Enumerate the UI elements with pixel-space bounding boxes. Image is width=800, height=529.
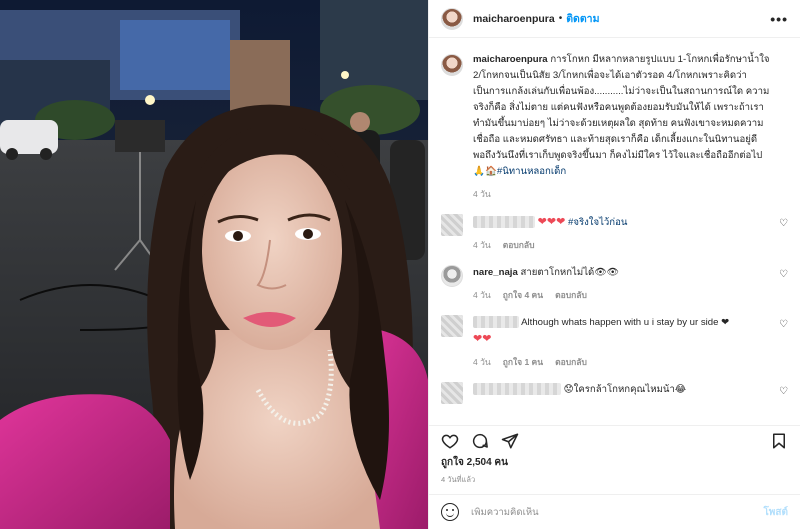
caption-avatar[interactable] (441, 54, 463, 76)
comment-item: ❤❤❤ #จริงใจไว้ก่อน 4 วัน ตอบกลับ ♡ (441, 214, 788, 253)
emoji-icon[interactable] (441, 503, 459, 521)
comment-avatar-blurred[interactable] (441, 315, 463, 337)
comment-time[interactable]: 4 วัน (473, 357, 491, 367)
comment-text: Although whats happen with u i stay by u… (521, 317, 730, 328)
author-username[interactable]: maicharoenpura (473, 13, 555, 25)
comment-hearts: ❤❤ (473, 333, 492, 345)
add-comment-bar: โพสต์ (429, 495, 800, 529)
comment-time[interactable]: 4 วัน (473, 240, 491, 250)
comment-text: สายตาโกหกไม่ได้👁👁 (520, 267, 619, 278)
share-icon[interactable] (501, 432, 519, 450)
caption-emoji: 🙏🏠 (473, 166, 497, 177)
caption-line: เชื่อถือ และหมดศรัทธา และท้ายสุดเราก็คือ… (473, 134, 758, 145)
post-panel: maicharoenpura • ติดตาม ••• maicharoenpu… (428, 0, 800, 529)
comment-avatar-blurred[interactable] (441, 382, 463, 404)
caption-line: ทำมันขึ้นมาบ่อยๆ ไม่ว่าจะด้วยเหตุผลใด สุ… (473, 118, 764, 129)
comments-scroll[interactable]: maicharoenpura การโกหก มีหลากหลายรูปแบบ … (429, 38, 800, 425)
blurred-username (473, 216, 535, 229)
comment-likes[interactable]: ถูกใจ 4 คน (503, 290, 543, 300)
comment-input[interactable] (471, 506, 731, 518)
comment-avatar-blurred[interactable] (441, 214, 463, 236)
follow-button[interactable]: ติดตาม (566, 10, 599, 27)
comment-time[interactable]: 4 วัน (473, 290, 491, 300)
caption-line: 2/โกหกจนเป็นนิสัย 3/โกหกเพื่อจะได้เอาตัว… (473, 70, 747, 81)
more-options-icon[interactable]: ••• (770, 11, 788, 27)
comment-like-icon[interactable]: ♡ (779, 386, 788, 397)
heart-icon[interactable] (441, 432, 459, 450)
action-bar (429, 425, 800, 455)
caption-line: จริงก็คือ สิ่งไม่ตาย แต่คนฟังหรือคนพูดต้… (473, 102, 764, 113)
post-header: maicharoenpura • ติดตาม ••• (429, 0, 800, 38)
comment-item: nare_naja สายตาโกหกไม่ได้👁👁 4 วัน ถูกใจ 4… (441, 265, 788, 303)
comment-item: 😟ใครกล้าโกหกคุณไหมน้า😂 ♡ (441, 382, 788, 404)
caption-time[interactable]: 4 วัน (473, 186, 788, 202)
reply-button[interactable]: ตอบกลับ (503, 240, 535, 250)
caption-line: เป็นการแกล้งเล่นกับเพื่อนพ้อง...........… (473, 86, 770, 97)
comment-icon[interactable] (471, 432, 489, 450)
post-photo[interactable] (0, 0, 428, 529)
caption: maicharoenpura การโกหก มีหลากหลายรูปแบบ … (441, 52, 788, 202)
comment-item: Although whats happen with u i stay by u… (441, 315, 788, 370)
caption-line: พอถึงวันนึงที่เราเก็บพูดจริงขึ้นมา ก็คงไ… (473, 150, 763, 161)
comment-like-icon[interactable]: ♡ (779, 218, 788, 229)
comment-hearts: ❤❤❤ (537, 216, 566, 228)
comment-like-icon[interactable]: ♡ (779, 269, 788, 280)
comment-avatar[interactable] (441, 265, 463, 287)
post-date[interactable]: 4 วันที่แล้ว (429, 471, 800, 495)
bookmark-icon[interactable] (770, 432, 788, 450)
caption-line: การโกหก มีหลากหลายรูปแบบ 1-โกหกเพื่อรักษ… (550, 54, 770, 65)
likes-count[interactable]: ถูกใจ 2,504 คน (429, 455, 800, 471)
comment-text: 😟ใครกล้าโกหกคุณไหมน้า😂 (563, 384, 687, 395)
reply-button[interactable]: ตอบกลับ (555, 357, 587, 367)
comment-likes[interactable]: ถูกใจ 1 คน (503, 357, 543, 367)
post-button[interactable]: โพสต์ (763, 505, 788, 520)
comment-hashtag[interactable]: #จริงใจไว้ก่อน (568, 217, 627, 228)
selfie-image (0, 0, 428, 529)
comment-username[interactable]: nare_naja (473, 267, 518, 278)
blurred-username (473, 316, 519, 329)
caption-hashtag[interactable]: #นิทานหลอกเด็ก (497, 166, 566, 177)
caption-username[interactable]: maicharoenpura (473, 54, 548, 65)
author-avatar[interactable] (441, 7, 463, 30)
blurred-username (473, 383, 561, 396)
comment-like-icon[interactable]: ♡ (779, 319, 788, 330)
reply-button[interactable]: ตอบกลับ (555, 290, 587, 300)
header-separator: • (558, 13, 563, 24)
